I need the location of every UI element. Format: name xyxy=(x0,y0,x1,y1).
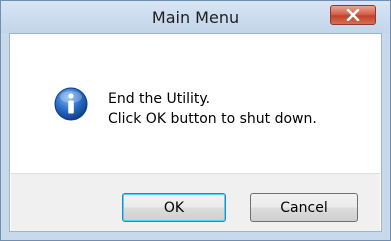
title-bar[interactable]: Main Menu xyxy=(1,1,390,33)
ok-button[interactable]: OK xyxy=(122,193,226,222)
message-line-2: Click OK button to shut down. xyxy=(108,111,317,127)
cancel-button[interactable]: Cancel xyxy=(250,193,358,222)
dialog-message: End the Utility. Click OK button to shut… xyxy=(108,89,317,129)
close-icon xyxy=(346,9,360,21)
dialog-body: End the Utility. Click OK button to shut… xyxy=(9,33,382,232)
info-icon xyxy=(54,87,88,121)
message-line-1: End the Utility. xyxy=(108,91,211,107)
close-button[interactable] xyxy=(330,5,376,25)
dialog-window: Main Menu End the Utility. Click OK butt… xyxy=(0,0,391,241)
button-area: OK Cancel xyxy=(11,173,380,231)
